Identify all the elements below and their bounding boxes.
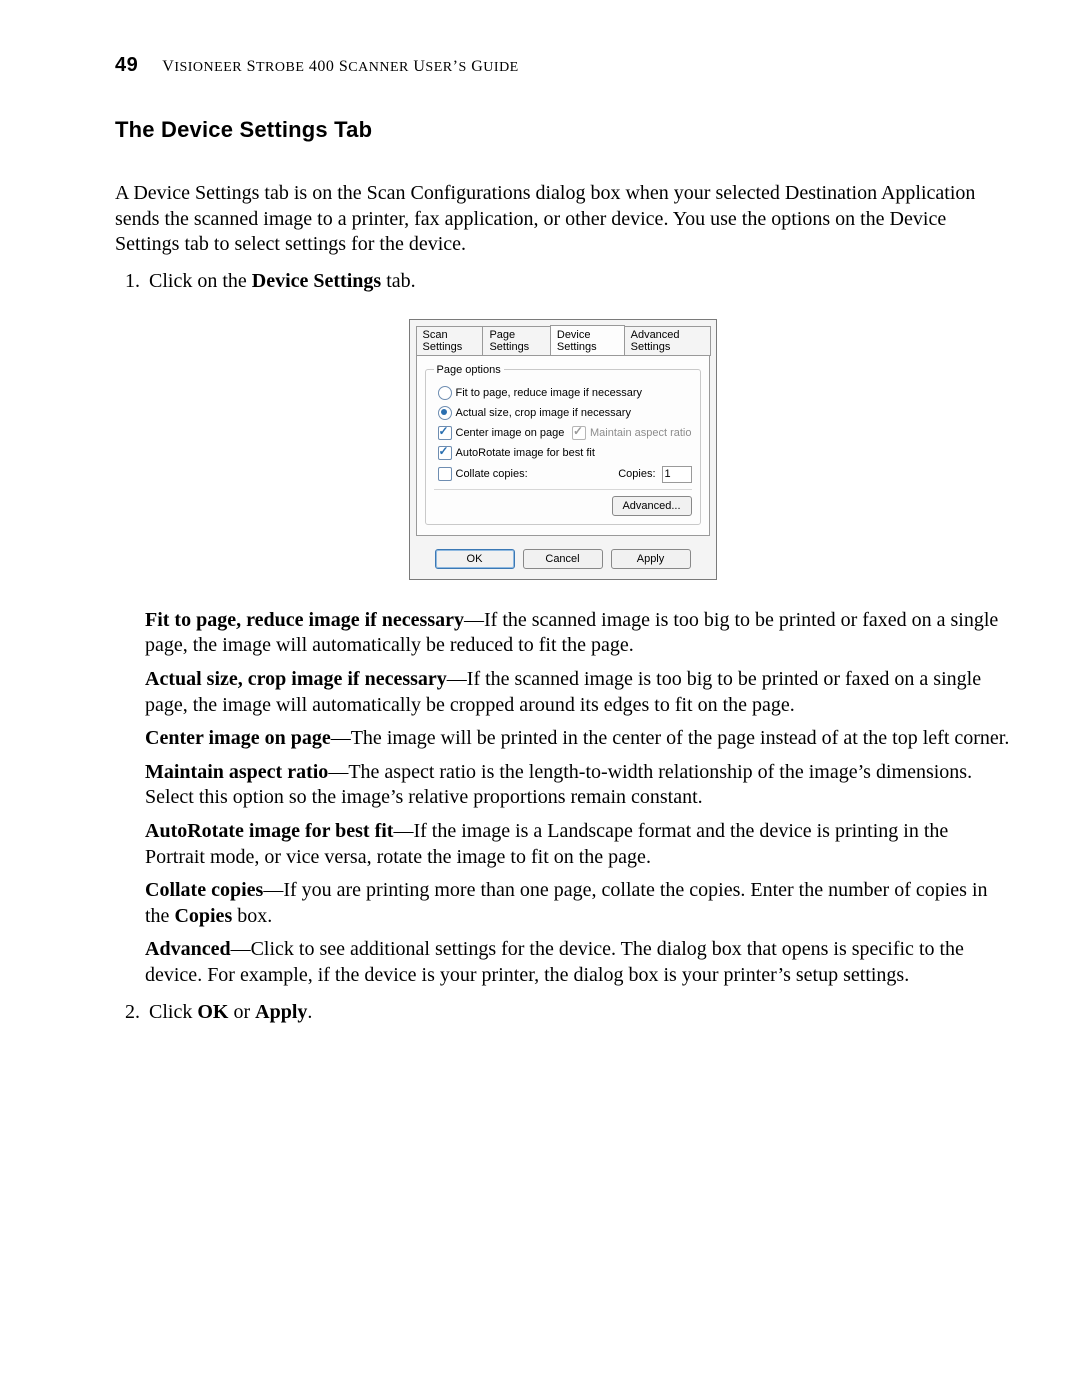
section-title: The Device Settings Tab [115, 117, 1010, 143]
page: 49 VISIONEER STROBE 400 SCANNER USER’S G… [0, 0, 1080, 1110]
page-header: 49 VISIONEER STROBE 400 SCANNER USER’S G… [115, 54, 1010, 77]
copies-wrap: Copies: 1 [618, 466, 691, 483]
copies-label: Copies: [618, 468, 655, 480]
separator [434, 489, 692, 490]
cancel-button[interactable]: Cancel [523, 549, 603, 569]
device-settings-dialog: Scan Settings Page Settings Device Setti… [409, 319, 717, 580]
dialog-buttons: OK Cancel Apply [410, 543, 716, 579]
step-1: Click on the Device Settings tab. [145, 268, 1010, 295]
check-maintain-row: Maintain aspect ratio [572, 426, 692, 440]
dialog-screenshot: Scan Settings Page Settings Device Setti… [409, 319, 717, 580]
radio-icon[interactable] [438, 386, 452, 400]
copies-input[interactable]: 1 [662, 466, 692, 483]
step-2: Click OK or Apply. [145, 999, 1010, 1026]
steps-list: Click on the Device Settings tab. [115, 268, 1010, 295]
check-center-label: Center image on page [456, 427, 565, 439]
apply-button[interactable]: Apply [611, 549, 691, 569]
page-options-group: Page options Fit to page, reduce image i… [425, 364, 701, 525]
intro-paragraph: A Device Settings tab is on the Scan Con… [115, 181, 1010, 258]
radio-actual-label: Actual size, crop image if necessary [456, 407, 631, 419]
radio-fit-row[interactable]: Fit to page, reduce image if necessary [438, 386, 692, 400]
checkbox-icon[interactable] [438, 426, 452, 440]
tabpanel-device: Page options Fit to page, reduce image i… [416, 355, 710, 536]
radio-icon[interactable] [438, 406, 452, 420]
radio-actual-row[interactable]: Actual size, crop image if necessary [438, 406, 692, 420]
radio-fit-label: Fit to page, reduce image if necessary [456, 387, 642, 399]
check-maintain-label: Maintain aspect ratio [590, 427, 692, 439]
tab-advanced-settings[interactable]: Advanced Settings [624, 326, 711, 356]
tabstrip: Scan Settings Page Settings Device Setti… [410, 320, 716, 356]
tab-device-settings[interactable]: Device Settings [550, 325, 625, 355]
check-collate-row[interactable]: Collate copies: [438, 467, 528, 481]
advanced-button[interactable]: Advanced... [612, 496, 692, 516]
steps-list-2: Click OK or Apply. [115, 999, 1010, 1026]
tab-page-settings[interactable]: Page Settings [482, 326, 550, 356]
check-center-row[interactable]: Center image on page [438, 426, 565, 440]
ok-button[interactable]: OK [435, 549, 515, 569]
page-number: 49 [115, 54, 138, 77]
running-head: VISIONEER STROBE 400 SCANNER USER’S GUID… [162, 58, 518, 76]
check-autorotate-label: AutoRotate image for best fit [456, 447, 595, 459]
checkbox-icon[interactable] [438, 467, 452, 481]
page-options-legend: Page options [434, 364, 504, 376]
definitions: Fit to page, reduce image if necessary—I… [145, 608, 1010, 989]
tab-scan-settings[interactable]: Scan Settings [416, 326, 484, 356]
checkbox-icon[interactable] [438, 446, 452, 460]
check-autorotate-row[interactable]: AutoRotate image for best fit [438, 446, 692, 460]
check-collate-label: Collate copies: [456, 468, 528, 480]
checkbox-icon [572, 426, 586, 440]
